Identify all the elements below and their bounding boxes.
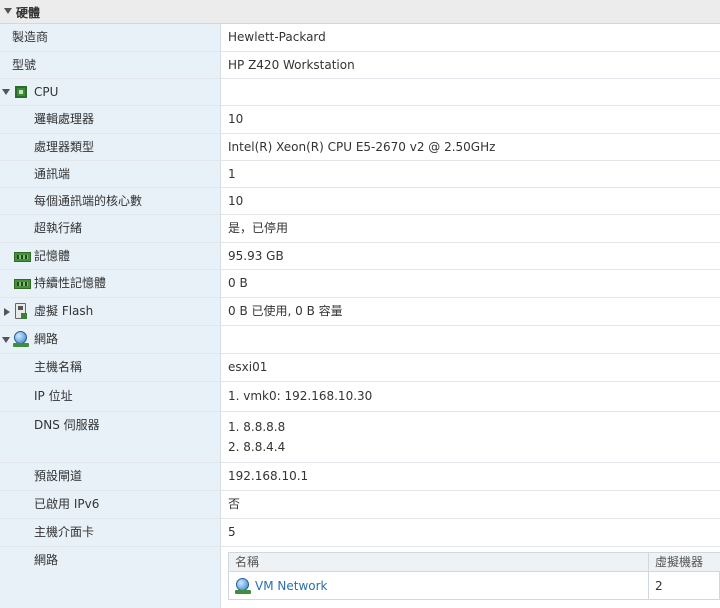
row-label: 持續性記憶體 bbox=[34, 276, 107, 290]
row-label: 虛擬 Flash bbox=[34, 304, 94, 318]
row-value: 5 bbox=[228, 525, 236, 539]
row-value: 0 B 已使用, 0 B 容量 bbox=[228, 304, 343, 318]
network-globe-icon bbox=[13, 331, 29, 347]
row-memory: 記憶體 95.93 GB bbox=[0, 243, 720, 270]
row-label: 已啟用 IPv6 bbox=[34, 497, 100, 511]
hardware-section-header[interactable]: 硬體 bbox=[0, 0, 720, 24]
row-label: 邏輯處理器 bbox=[34, 112, 95, 126]
expand-arrow-icon[interactable] bbox=[2, 89, 10, 95]
row-value: 是，已停用 bbox=[228, 221, 289, 235]
row-label: IP 位址 bbox=[34, 389, 73, 403]
row-value: 10 bbox=[228, 194, 244, 208]
network-table: 名稱 虛擬機器 VM Network 2 bbox=[228, 552, 720, 600]
row-dns-servers: DNS 伺服器 1. 8.8.8.8 2. 8.8.4.4 bbox=[0, 412, 720, 463]
row-value: 否 bbox=[228, 497, 241, 511]
row-host-nics: 主機介面卡 5 bbox=[0, 519, 720, 547]
row-ip-address: IP 位址 1. vmk0: 192.168.10.30 bbox=[0, 382, 720, 412]
row-label: 預設閘道 bbox=[34, 469, 83, 483]
expand-arrow-icon[interactable] bbox=[4, 308, 10, 316]
row-label: 網路 bbox=[34, 553, 59, 567]
expand-arrow-icon[interactable] bbox=[2, 337, 10, 343]
row-label: 超執行緒 bbox=[34, 221, 83, 235]
row-label: 每個通訊端的核心數 bbox=[34, 194, 143, 208]
vm-network-link[interactable]: VM Network bbox=[255, 573, 327, 600]
row-sockets: 通訊端 1 bbox=[0, 161, 720, 188]
row-value: 1 bbox=[228, 167, 236, 181]
memory-module-icon bbox=[14, 252, 31, 262]
row-value: esxi01 bbox=[228, 360, 268, 374]
row-default-gateway: 預設閘道 192.168.10.1 bbox=[0, 463, 720, 491]
row-value: HP Z420 Workstation bbox=[228, 58, 355, 72]
row-value: 1. vmk0: 192.168.10.30 bbox=[228, 389, 373, 403]
vm-count-cell: 2 bbox=[655, 579, 663, 593]
row-value: 10 bbox=[228, 112, 244, 126]
row-label: 主機名稱 bbox=[34, 360, 83, 374]
row-logical-processors: 邏輯處理器 10 bbox=[0, 106, 720, 134]
row-cpu[interactable]: CPU bbox=[0, 79, 720, 106]
row-value: 0 B bbox=[228, 276, 248, 290]
row-ipv6-enabled: 已啟用 IPv6 否 bbox=[0, 491, 720, 519]
flash-device-icon bbox=[15, 303, 27, 319]
row-cores-per-socket: 每個通訊端的核心數 10 bbox=[0, 188, 720, 215]
row-label: CPU bbox=[34, 85, 59, 99]
row-model: 型號 HP Z420 Workstation bbox=[0, 52, 720, 79]
row-manufacturer: 製造商 Hewlett-Packard bbox=[0, 24, 720, 52]
collapse-arrow-icon[interactable] bbox=[4, 8, 12, 14]
row-persistent-memory: 持續性記憶體 0 B bbox=[0, 270, 720, 298]
row-value: Hewlett-Packard bbox=[228, 30, 326, 44]
row-network[interactable]: 網路 bbox=[0, 326, 720, 354]
row-label: 處理器類型 bbox=[34, 140, 95, 154]
memory-module-icon bbox=[14, 279, 31, 289]
column-header-name[interactable]: 名稱 bbox=[229, 553, 648, 572]
row-label: 通訊端 bbox=[34, 167, 71, 181]
row-label: 主機介面卡 bbox=[34, 525, 95, 539]
cpu-chip-icon bbox=[15, 86, 27, 98]
row-virtual-flash[interactable]: 虛擬 Flash 0 B 已使用, 0 B 容量 bbox=[0, 298, 720, 326]
row-value: 95.93 GB bbox=[228, 249, 284, 263]
dns-server-1: 1. 8.8.8.8 bbox=[228, 420, 286, 434]
dns-server-2: 2. 8.8.4.4 bbox=[228, 440, 286, 454]
row-value: 192.168.10.1 bbox=[228, 469, 309, 483]
row-hyperthreading: 超執行緒 是，已停用 bbox=[0, 215, 720, 243]
row-label: 記憶體 bbox=[34, 249, 71, 263]
row-label: 網路 bbox=[34, 332, 59, 346]
network-globe-icon bbox=[235, 578, 251, 594]
row-value: Intel(R) Xeon(R) CPU E5-2670 v2 @ 2.50GH… bbox=[228, 140, 496, 154]
row-label: 型號 bbox=[12, 58, 37, 72]
row-label: 製造商 bbox=[12, 30, 49, 44]
row-hostname: 主機名稱 esxi01 bbox=[0, 354, 720, 382]
column-header-vm-count[interactable]: 虛擬機器 bbox=[649, 553, 720, 572]
row-label: DNS 伺服器 bbox=[34, 418, 100, 432]
section-title: 硬體 bbox=[16, 6, 41, 20]
row-processor-type: 處理器類型 Intel(R) Xeon(R) CPU E5-2670 v2 @ … bbox=[0, 134, 720, 161]
